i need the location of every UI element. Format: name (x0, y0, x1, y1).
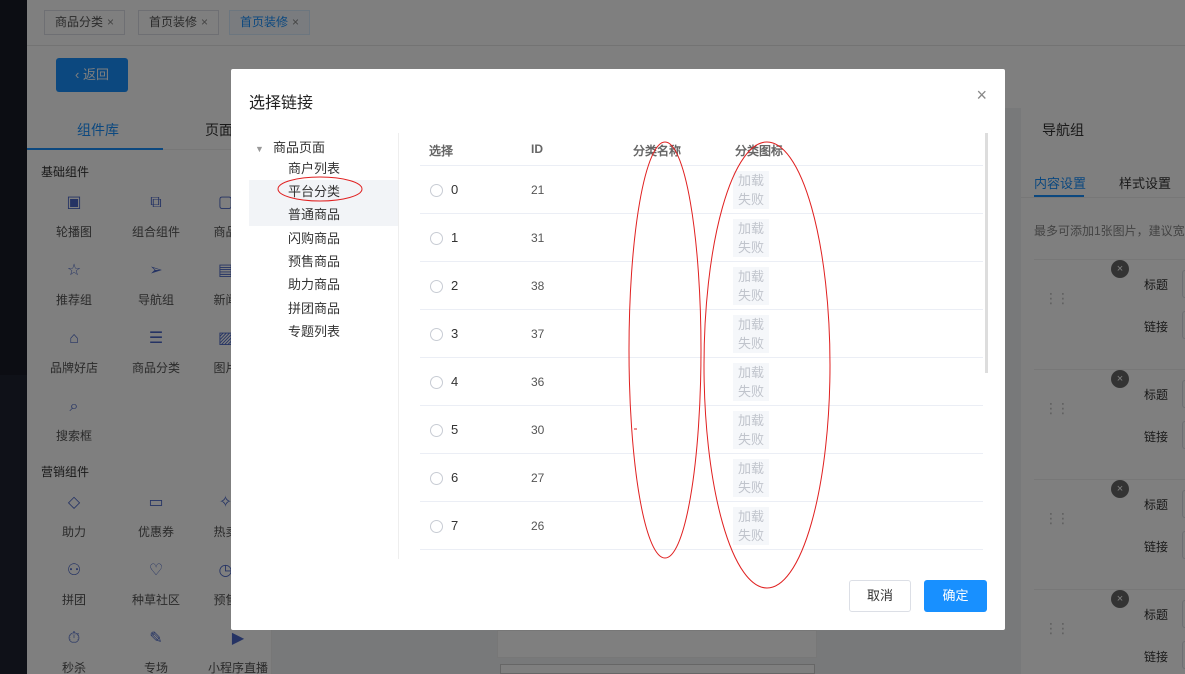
select-link-dialog: 选择链接 × ▼ 商品页面 商户列表 平台分类 普通商品 闪购商品 预售商品 助力… (231, 69, 1005, 630)
tree-root-label: 商品页面 (273, 140, 326, 155)
broken-image-icon: 加载 失败 (733, 411, 769, 449)
broken-image-icon: 加载 失败 (733, 459, 769, 497)
link-tree: ▼ 商品页面 商户列表 平台分类 普通商品 闪购商品 预售商品 助力商品 拼团商品… (249, 133, 399, 559)
row-radio[interactable] (430, 376, 443, 389)
tree-node-platform-category[interactable]: 平台分类 (249, 180, 398, 203)
row-radio[interactable] (430, 280, 443, 293)
column-id: ID (531, 142, 543, 156)
broken-image-icon: 加载 失败 (733, 171, 769, 209)
tree-node-presale-goods[interactable]: 预售商品 (249, 250, 398, 273)
table-row[interactable]: 3 37 加载 失败 (420, 310, 983, 358)
column-name: 分类名称 (633, 144, 682, 158)
row-radio[interactable] (430, 328, 443, 341)
row-label: 0 (451, 182, 459, 197)
broken-image-icon: 加载 失败 (733, 315, 769, 353)
row-radio[interactable] (430, 472, 443, 485)
column-select: 选择 (429, 144, 454, 158)
category-table: 选择 ID 分类名称 分类图标 0 21 加载 失败 1 31 加载 失败 2 38… (420, 133, 983, 559)
tree-node-group-goods[interactable]: 拼团商品 (249, 297, 398, 320)
table-scrollbar[interactable] (985, 133, 988, 373)
close-icon[interactable]: × (976, 85, 987, 106)
tree-node-boost-goods[interactable]: 助力商品 (249, 273, 398, 296)
row-label: 6 (451, 470, 459, 485)
table-row[interactable]: 4 36 加载 失败 (420, 358, 983, 406)
confirm-button[interactable]: 确定 (924, 580, 987, 612)
table-header: 选择 ID 分类名称 分类图标 (420, 133, 983, 166)
broken-image-icon: 加载 失败 (733, 219, 769, 257)
row-radio[interactable] (430, 520, 443, 533)
row-id: 37 (531, 327, 545, 341)
tree-node-flash-goods[interactable]: 闪购商品 (249, 227, 398, 250)
row-label: 5 (451, 422, 459, 437)
broken-image-icon: 加载 失败 (733, 267, 769, 305)
row-label: 7 (451, 518, 459, 533)
row-label: 4 (451, 374, 459, 389)
table-row[interactable]: 7 26 加载 失败 (420, 502, 983, 550)
row-id: 26 (531, 519, 545, 533)
row-id: 31 (531, 231, 545, 245)
row-id: 21 (531, 183, 545, 197)
tree-node-merchant-list[interactable]: 商户列表 (249, 157, 398, 180)
row-id: 36 (531, 375, 545, 389)
table-row[interactable]: 5 30 加载 失败 (420, 406, 983, 454)
tree-node-normal-goods[interactable]: 普通商品 (249, 203, 398, 226)
table-row[interactable]: 0 21 加载 失败 (420, 166, 983, 214)
tree-root[interactable]: ▼ 商品页面 (249, 137, 325, 156)
tree-node-topic-list[interactable]: 专题列表 (249, 320, 398, 343)
row-id: 30 (531, 423, 545, 437)
row-id: 38 (531, 279, 545, 293)
row-label: 2 (451, 278, 459, 293)
row-label: 1 (451, 230, 459, 245)
row-id: 27 (531, 471, 545, 485)
caret-down-icon: ▼ (255, 144, 264, 154)
row-label: 3 (451, 326, 459, 341)
column-icon: 分类图标 (735, 144, 784, 158)
table-row[interactable]: 1 31 加载 失败 (420, 214, 983, 262)
row-radio[interactable] (430, 424, 443, 437)
row-radio[interactable] (430, 184, 443, 197)
table-row[interactable]: 6 27 加载 失败 (420, 454, 983, 502)
dialog-title: 选择链接 (249, 95, 314, 112)
table-row[interactable]: 2 38 加载 失败 (420, 262, 983, 310)
cancel-button[interactable]: 取消 (849, 580, 911, 612)
broken-image-icon: 加载 失败 (733, 363, 769, 401)
row-radio[interactable] (430, 232, 443, 245)
broken-image-icon: 加载 失败 (733, 507, 769, 545)
